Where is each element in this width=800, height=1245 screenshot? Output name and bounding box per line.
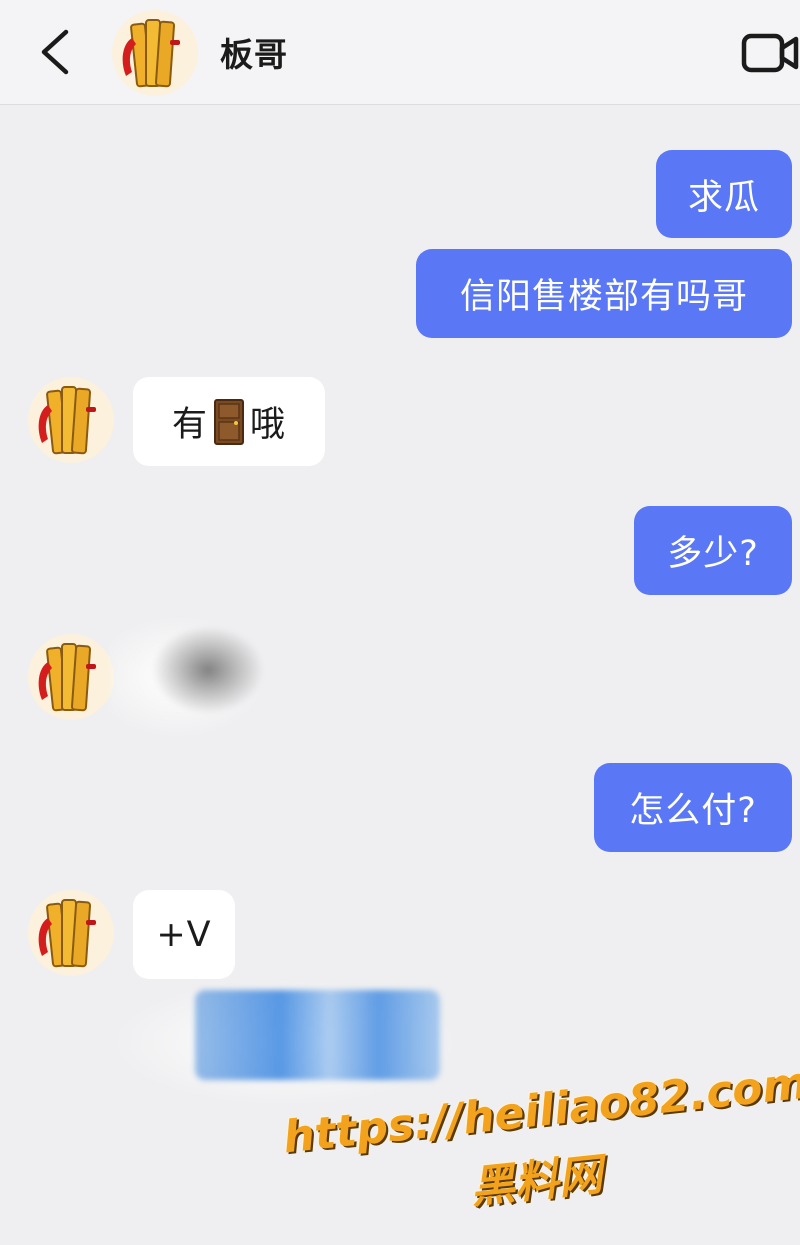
outgoing-message[interactable]: 求瓜 bbox=[656, 150, 792, 238]
contact-avatar[interactable] bbox=[112, 10, 198, 96]
sender-avatar[interactable] bbox=[28, 634, 114, 720]
chat-screen: 板哥 求瓜 信阳售楼部有吗哥 有 哦 多少? 怎么付? +V https://h… bbox=[0, 0, 800, 1245]
stacked-boards-avatar bbox=[112, 10, 198, 96]
sender-avatar[interactable] bbox=[28, 890, 114, 976]
chevron-left-icon bbox=[41, 29, 69, 75]
message-text: 怎么付? bbox=[629, 791, 757, 831]
chat-header: 板哥 bbox=[0, 0, 800, 105]
message-text: 有 bbox=[171, 405, 208, 445]
contact-name: 板哥 bbox=[220, 35, 288, 74]
watermark-label: 黑料网 bbox=[468, 1149, 605, 1214]
back-button[interactable] bbox=[30, 20, 80, 84]
outgoing-message[interactable]: 多少? bbox=[634, 506, 792, 595]
message-text: 多少? bbox=[667, 534, 759, 574]
message-text: 求瓜 bbox=[687, 177, 760, 218]
stacked-boards-avatar bbox=[28, 890, 114, 976]
stacked-boards-avatar bbox=[28, 634, 114, 720]
video-camera-icon bbox=[741, 33, 799, 73]
outgoing-message[interactable]: 信阳售楼部有吗哥 bbox=[416, 249, 792, 338]
redacted-contact-id bbox=[195, 990, 440, 1080]
door-emoji-icon bbox=[214, 398, 244, 445]
incoming-message[interactable]: 有 哦 bbox=[133, 377, 325, 466]
outgoing-message[interactable]: 怎么付? bbox=[594, 763, 792, 852]
incoming-message[interactable]: +V bbox=[133, 890, 235, 979]
video-call-button[interactable] bbox=[738, 28, 800, 78]
message-text: +V bbox=[156, 914, 212, 955]
message-text: 哦 bbox=[250, 405, 287, 445]
message-text: 信阳售楼部有吗哥 bbox=[459, 277, 748, 317]
sender-avatar[interactable] bbox=[28, 377, 114, 463]
redacted-message bbox=[108, 600, 308, 740]
stacked-boards-avatar bbox=[28, 377, 114, 463]
